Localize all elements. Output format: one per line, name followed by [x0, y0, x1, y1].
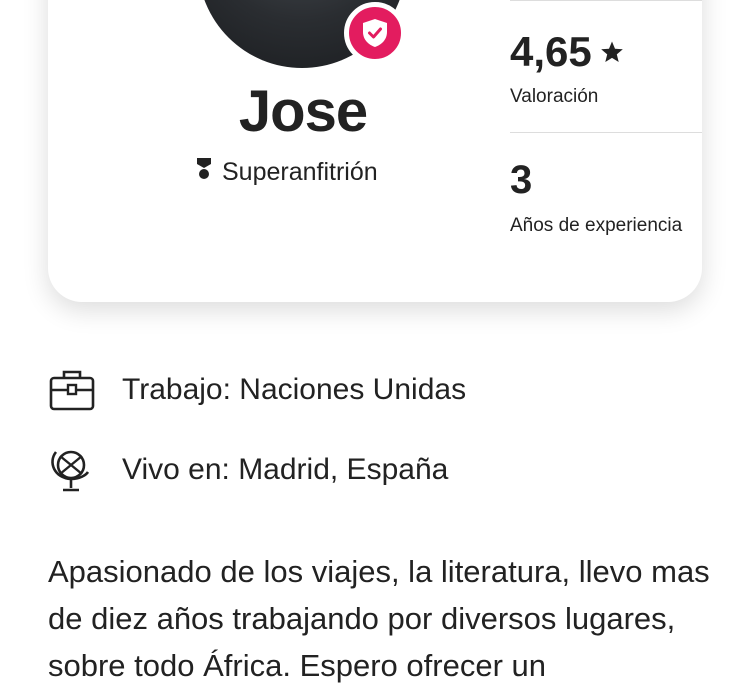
- divider: [510, 0, 702, 1]
- star-icon: [600, 41, 623, 62]
- location-text: Vivo en: Madrid, España: [122, 453, 449, 486]
- briefcase-icon: [48, 366, 96, 414]
- host-name: Jose: [238, 79, 368, 144]
- globe-icon: [48, 446, 96, 494]
- years-label: Años de experiencia: [510, 215, 683, 236]
- host-profile-card: Jose Superanfitrión 4,65 Valoración 3 Añ…: [48, 0, 702, 302]
- superhost-icon: [196, 157, 212, 188]
- rating-label: Valoración: [510, 86, 599, 107]
- superhost-badge: Superanfitrión: [196, 157, 378, 188]
- work-text: Trabajo: Naciones Unidas: [122, 373, 467, 406]
- years-value: 3: [510, 158, 533, 202]
- superhost-label: Superanfitrión: [222, 158, 378, 186]
- rating-value: 4,65: [510, 28, 624, 76]
- rating-number: 4,65: [510, 28, 592, 75]
- host-bio: Apasionado de los viajes, la literatura,…: [48, 554, 710, 683]
- divider: [510, 132, 702, 133]
- verified-badge-icon: [344, 2, 406, 64]
- work-row: Trabajo: Naciones Unidas: [48, 366, 466, 414]
- location-row: Vivo en: Madrid, España: [48, 446, 448, 494]
